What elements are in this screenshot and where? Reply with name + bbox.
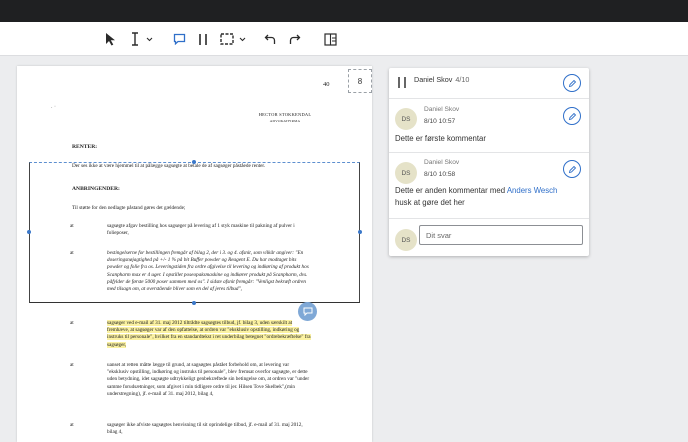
- heading-anbringender: ANBRINGENDER:: [72, 186, 120, 192]
- letterhead-line2: ADVOKATFIRMA: [269, 119, 301, 123]
- document-page[interactable]: 40 . · HECTOR STOKKENDAL ADVOKATFIRMA RE…: [17, 66, 372, 442]
- edit-thread-button[interactable]: [563, 74, 581, 92]
- selection-handle-left[interactable]: [27, 230, 31, 234]
- area-tool-dropdown[interactable]: [237, 29, 247, 49]
- highlight[interactable]: sagsøger ved e-mail af 31. maj 2012 tilt…: [107, 320, 311, 348]
- top-bar: [0, 0, 688, 22]
- item-at: at: [70, 223, 74, 229]
- chevron-down-icon: [239, 37, 245, 41]
- comment-time: 8/10 10:58: [424, 171, 456, 178]
- text-tool-dropdown[interactable]: [144, 29, 154, 49]
- text-select-tool-button[interactable]: [128, 29, 142, 49]
- intro-text: Til støtte for den nedlagte påstand gøre…: [72, 205, 186, 211]
- panel-icon: [323, 32, 337, 46]
- heading-renter: RENTER:: [72, 144, 98, 150]
- avatar: DS: [395, 108, 417, 130]
- toolbar: [0, 22, 688, 56]
- selection-handle-top[interactable]: [192, 160, 196, 164]
- dashed-rectangle-icon: [220, 33, 234, 45]
- comment-item: DS Daniel Skov 8/10 10:57 Dette er først…: [389, 99, 589, 153]
- comments-panel: Daniel Skov 4/10 DS Daniel Skov 8/10 10:5…: [389, 68, 589, 256]
- pencil-icon: [568, 112, 576, 120]
- reply-avatar: DS: [395, 229, 417, 251]
- area-select-tool-button[interactable]: [219, 29, 235, 49]
- pencil-icon: [568, 79, 576, 87]
- arrow-pointer-icon: [106, 33, 115, 46]
- item-text: sagsøgte afgav bestilling hos sagsøger p…: [107, 223, 295, 237]
- comment-time: 8/10 10:57: [424, 118, 456, 125]
- item-text: uanset at retten måtte lægge til grund, …: [107, 362, 310, 397]
- pencil-icon: [568, 165, 576, 173]
- two-bars-icon: [397, 76, 407, 94]
- comment-icon: [303, 307, 312, 316]
- item-text: bestingelserne for bestillingen fremgår …: [107, 250, 309, 293]
- text-cursor-icon: [132, 32, 138, 46]
- redo-button[interactable]: [288, 29, 302, 49]
- comment-marker[interactable]: [298, 302, 317, 321]
- comment-author: Daniel Skov: [424, 106, 460, 113]
- comment-tool-button[interactable]: [171, 29, 187, 49]
- header-author-name: Daniel Skov: [414, 75, 453, 84]
- comment-item: DS Daniel Skov 8/10 10:58 Dette er anden…: [389, 153, 589, 219]
- scan-marks: . ·: [51, 104, 56, 110]
- comment-text-part: Dette er anden kommentar med: [395, 186, 507, 195]
- select-tool-button[interactable]: [103, 29, 119, 49]
- chevron-down-icon: [146, 37, 152, 41]
- item-at: at: [70, 250, 74, 256]
- undo-icon: [264, 34, 276, 44]
- comment-icon: [173, 33, 185, 45]
- undo-button[interactable]: [263, 29, 277, 49]
- mention-link[interactable]: Anders Wesch: [507, 186, 558, 195]
- comment-text-part: husk at gøre det her: [395, 198, 465, 207]
- comment-text: Dette er første kommentar: [395, 134, 486, 143]
- avatar: DS: [395, 162, 417, 184]
- edit-comment-button[interactable]: [563, 160, 581, 178]
- letterhead: HECTOR STOKKENDAL ADVOKATFIRMA: [255, 112, 315, 124]
- comment-count: 4/10: [455, 75, 470, 84]
- redo-icon: [289, 34, 301, 44]
- document-page-number: 40: [323, 81, 330, 88]
- item-at: at: [70, 422, 74, 428]
- comments-panel-header: Daniel Skov 4/10: [389, 68, 589, 99]
- comment-author: Daniel Skov: [424, 159, 460, 166]
- page-badge[interactable]: 8: [348, 69, 372, 93]
- edit-comment-button[interactable]: [563, 107, 581, 125]
- header-author: Daniel Skov 4/10: [414, 75, 469, 84]
- two-bars-tool-button[interactable]: [196, 29, 210, 49]
- item-at: at: [70, 320, 74, 326]
- selection-handle-bottom[interactable]: [192, 301, 196, 305]
- item-text-highlighted: sagsøger ved e-mail af 31. maj 2012 tilt…: [107, 320, 312, 349]
- selection-handle-right[interactable]: [358, 230, 362, 234]
- item-text: sagsøger ikke afviste sagsøgtes henvisni…: [107, 422, 303, 436]
- two-bars-icon: [199, 33, 207, 45]
- item-at: at: [70, 362, 74, 368]
- reply-input[interactable]: [419, 225, 583, 245]
- panel-toggle-button[interactable]: [322, 29, 338, 49]
- renter-text: Der ses ikke at være hjemmel til at pålæ…: [72, 163, 266, 169]
- comment-text: Dette er anden kommentar med Anders Wesc…: [395, 185, 583, 209]
